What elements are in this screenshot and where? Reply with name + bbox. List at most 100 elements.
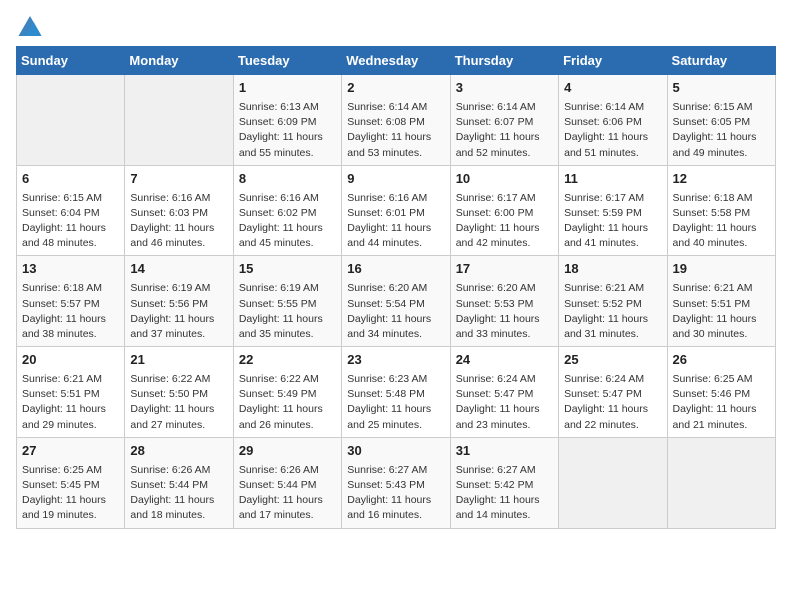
calendar-cell: 14 Sunrise: 6:19 AMSunset: 5:56 PMDayligh… — [125, 256, 233, 347]
calendar-cell: 20 Sunrise: 6:21 AMSunset: 5:51 PMDayligh… — [17, 347, 125, 438]
day-number: 28 — [130, 442, 227, 461]
calendar-cell: 5 Sunrise: 6:15 AMSunset: 6:05 PMDaylight… — [667, 75, 775, 166]
calendar-cell: 8 Sunrise: 6:16 AMSunset: 6:02 PMDaylight… — [233, 165, 341, 256]
cell-sun-info: Sunrise: 6:20 AMSunset: 5:54 PMDaylight:… — [347, 281, 444, 342]
day-number: 31 — [456, 442, 553, 461]
column-header-sunday: Sunday — [17, 47, 125, 75]
day-number: 21 — [130, 351, 227, 370]
day-number: 25 — [564, 351, 661, 370]
cell-sun-info: Sunrise: 6:27 AMSunset: 5:43 PMDaylight:… — [347, 463, 444, 524]
calendar-cell: 19Sunrise: 6:21 AMSunset: 5:51 PMDayligh… — [667, 256, 775, 347]
logo — [16, 16, 42, 36]
day-number: 15 — [239, 260, 336, 279]
cell-sun-info: Sunrise: 6:20 AMSunset: 5:53 PMDaylight:… — [456, 281, 553, 342]
column-header-wednesday: Wednesday — [342, 47, 450, 75]
day-number: 23 — [347, 351, 444, 370]
day-number: 3 — [456, 79, 553, 98]
day-number: 16 — [347, 260, 444, 279]
calendar-cell: 4 Sunrise: 6:14 AMSunset: 6:06 PMDaylight… — [559, 75, 667, 166]
day-number: 14 — [130, 260, 227, 279]
day-number: 18 — [564, 260, 661, 279]
day-number: 8 — [239, 170, 336, 189]
calendar-cell: 21 Sunrise: 6:22 AMSunset: 5:50 PMDayligh… — [125, 347, 233, 438]
calendar-week-row: 20 Sunrise: 6:21 AMSunset: 5:51 PMDayligh… — [17, 347, 776, 438]
calendar-cell: 24Sunrise: 6:24 AMSunset: 5:47 PMDayligh… — [450, 347, 558, 438]
calendar-cell: 11Sunrise: 6:17 AMSunset: 5:59 PMDayligh… — [559, 165, 667, 256]
cell-sun-info: Sunrise: 6:23 AMSunset: 5:48 PMDaylight:… — [347, 372, 444, 433]
cell-sun-info: Sunrise: 6:17 AMSunset: 6:00 PMDaylight:… — [456, 191, 553, 252]
day-number: 2 — [347, 79, 444, 98]
calendar-cell: 22 Sunrise: 6:22 AMSunset: 5:49 PMDayligh… — [233, 347, 341, 438]
calendar-cell: 15 Sunrise: 6:19 AMSunset: 5:55 PMDayligh… — [233, 256, 341, 347]
day-number: 22 — [239, 351, 336, 370]
calendar-cell: 25 Sunrise: 6:24 AMSunset: 5:47 PMDayligh… — [559, 347, 667, 438]
day-number: 19 — [673, 260, 770, 279]
calendar-week-row: 1 Sunrise: 6:13 AMSunset: 6:09 PMDaylight… — [17, 75, 776, 166]
calendar-cell: 16 Sunrise: 6:20 AMSunset: 5:54 PMDayligh… — [342, 256, 450, 347]
cell-sun-info: Sunrise: 6:14 AMSunset: 6:07 PMDaylight:… — [456, 100, 553, 161]
calendar-cell — [125, 75, 233, 166]
day-number: 9 — [347, 170, 444, 189]
day-number: 7 — [130, 170, 227, 189]
day-number: 27 — [22, 442, 119, 461]
cell-sun-info: Sunrise: 6:24 AMSunset: 5:47 PMDaylight:… — [456, 372, 553, 433]
calendar-cell — [17, 75, 125, 166]
cell-sun-info: Sunrise: 6:25 AMSunset: 5:46 PMDaylight:… — [673, 372, 770, 433]
calendar-header-row: SundayMondayTuesdayWednesdayThursdayFrid… — [17, 47, 776, 75]
column-header-thursday: Thursday — [450, 47, 558, 75]
cell-sun-info: Sunrise: 6:14 AMSunset: 6:08 PMDaylight:… — [347, 100, 444, 161]
cell-sun-info: Sunrise: 6:16 AMSunset: 6:03 PMDaylight:… — [130, 191, 227, 252]
day-number: 5 — [673, 79, 770, 98]
calendar-cell: 27 Sunrise: 6:25 AMSunset: 5:45 PMDayligh… — [17, 437, 125, 528]
cell-sun-info: Sunrise: 6:16 AMSunset: 6:02 PMDaylight:… — [239, 191, 336, 252]
day-number: 12 — [673, 170, 770, 189]
cell-sun-info: Sunrise: 6:26 AMSunset: 5:44 PMDaylight:… — [130, 463, 227, 524]
cell-sun-info: Sunrise: 6:26 AMSunset: 5:44 PMDaylight:… — [239, 463, 336, 524]
day-number: 13 — [22, 260, 119, 279]
cell-sun-info: Sunrise: 6:27 AMSunset: 5:42 PMDaylight:… — [456, 463, 553, 524]
calendar-cell: 9 Sunrise: 6:16 AMSunset: 6:01 PMDaylight… — [342, 165, 450, 256]
day-number: 17 — [456, 260, 553, 279]
cell-sun-info: Sunrise: 6:15 AMSunset: 6:04 PMDaylight:… — [22, 191, 119, 252]
day-number: 26 — [673, 351, 770, 370]
logo-icon — [18, 16, 42, 36]
calendar-week-row: 13 Sunrise: 6:18 AMSunset: 5:57 PMDayligh… — [17, 256, 776, 347]
calendar-cell: 7 Sunrise: 6:16 AMSunset: 6:03 PMDaylight… — [125, 165, 233, 256]
cell-sun-info: Sunrise: 6:19 AMSunset: 5:56 PMDaylight:… — [130, 281, 227, 342]
day-number: 6 — [22, 170, 119, 189]
calendar-cell — [667, 437, 775, 528]
day-number: 29 — [239, 442, 336, 461]
cell-sun-info: Sunrise: 6:25 AMSunset: 5:45 PMDaylight:… — [22, 463, 119, 524]
cell-sun-info: Sunrise: 6:15 AMSunset: 6:05 PMDaylight:… — [673, 100, 770, 161]
calendar-cell: 1 Sunrise: 6:13 AMSunset: 6:09 PMDaylight… — [233, 75, 341, 166]
column-header-monday: Monday — [125, 47, 233, 75]
column-header-tuesday: Tuesday — [233, 47, 341, 75]
calendar-cell: 29 Sunrise: 6:26 AMSunset: 5:44 PMDayligh… — [233, 437, 341, 528]
calendar-cell: 3 Sunrise: 6:14 AMSunset: 6:07 PMDaylight… — [450, 75, 558, 166]
calendar-cell: 13 Sunrise: 6:18 AMSunset: 5:57 PMDayligh… — [17, 256, 125, 347]
cell-sun-info: Sunrise: 6:24 AMSunset: 5:47 PMDaylight:… — [564, 372, 661, 433]
cell-sun-info: Sunrise: 6:19 AMSunset: 5:55 PMDaylight:… — [239, 281, 336, 342]
day-number: 1 — [239, 79, 336, 98]
cell-sun-info: Sunrise: 6:18 AMSunset: 5:57 PMDaylight:… — [22, 281, 119, 342]
cell-sun-info: Sunrise: 6:22 AMSunset: 5:50 PMDaylight:… — [130, 372, 227, 433]
cell-sun-info: Sunrise: 6:16 AMSunset: 6:01 PMDaylight:… — [347, 191, 444, 252]
calendar-cell: 23 Sunrise: 6:23 AMSunset: 5:48 PMDayligh… — [342, 347, 450, 438]
day-number: 10 — [456, 170, 553, 189]
cell-sun-info: Sunrise: 6:14 AMSunset: 6:06 PMDaylight:… — [564, 100, 661, 161]
cell-sun-info: Sunrise: 6:21 AMSunset: 5:51 PMDaylight:… — [22, 372, 119, 433]
cell-sun-info: Sunrise: 6:18 AMSunset: 5:58 PMDaylight:… — [673, 191, 770, 252]
cell-sun-info: Sunrise: 6:21 AMSunset: 5:52 PMDaylight:… — [564, 281, 661, 342]
calendar-table: SundayMondayTuesdayWednesdayThursdayFrid… — [16, 46, 776, 529]
calendar-cell: 6 Sunrise: 6:15 AMSunset: 6:04 PMDaylight… — [17, 165, 125, 256]
calendar-cell: 18 Sunrise: 6:21 AMSunset: 5:52 PMDayligh… — [559, 256, 667, 347]
day-number: 11 — [564, 170, 661, 189]
day-number: 30 — [347, 442, 444, 461]
cell-sun-info: Sunrise: 6:13 AMSunset: 6:09 PMDaylight:… — [239, 100, 336, 161]
calendar-cell: 28 Sunrise: 6:26 AMSunset: 5:44 PMDayligh… — [125, 437, 233, 528]
page-header — [16, 16, 776, 36]
day-number: 20 — [22, 351, 119, 370]
day-number: 4 — [564, 79, 661, 98]
cell-sun-info: Sunrise: 6:22 AMSunset: 5:49 PMDaylight:… — [239, 372, 336, 433]
column-header-saturday: Saturday — [667, 47, 775, 75]
